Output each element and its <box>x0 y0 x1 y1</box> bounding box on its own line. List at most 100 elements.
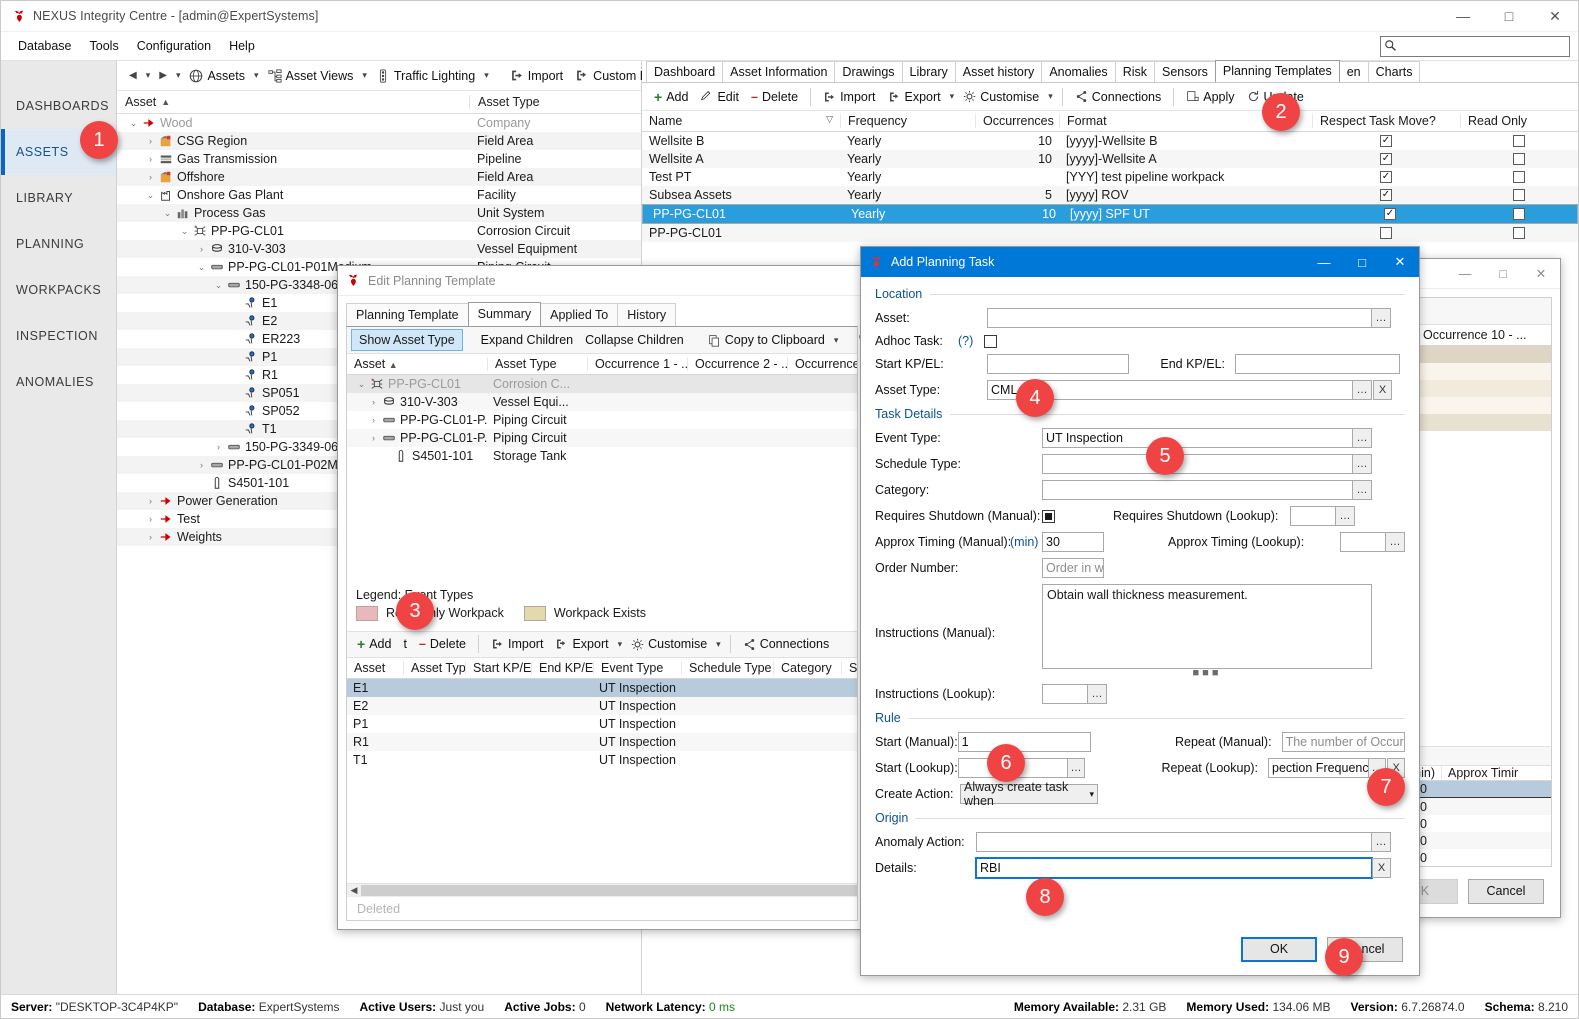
traffic-lighting-dropdown-icon[interactable]: ▾ <box>481 67 492 84</box>
etp-tab-summary[interactable]: Summary <box>468 302 541 326</box>
template-export-button[interactable]: Export <box>882 87 947 107</box>
expand-toggle-icon[interactable]: ⌄ <box>144 191 157 200</box>
repeat-manual-input[interactable]: The number of Occurence <box>1282 732 1405 752</box>
task-row[interactable]: R1UT Inspection <box>347 733 857 751</box>
expand-toggle-icon[interactable]: › <box>144 137 157 146</box>
expand-toggle-icon[interactable]: › <box>367 434 380 443</box>
menu-database[interactable]: Database <box>9 35 81 57</box>
copy-to-clipboard-button[interactable]: Copy to Clipboard <box>702 330 831 350</box>
checkbox[interactable] <box>1380 227 1392 239</box>
template-customise-button[interactable]: Customise <box>957 87 1045 107</box>
close-icon[interactable]: ✕ <box>1522 259 1560 289</box>
etp-tab-applied-to[interactable]: Applied To <box>540 303 618 326</box>
table-row[interactable]: Wellsite BYearly10[yyyy]-Wellsite B✓ <box>642 132 1578 150</box>
start-kpel-input[interactable] <box>987 354 1129 374</box>
close-icon[interactable]: ✕ <box>1532 1 1578 32</box>
task-grid-body[interactable]: E1UT InspectionE2UT InspectionP1UT Inspe… <box>347 679 857 769</box>
column-header-occurrence-10[interactable]: Occurrence 10 - ... <box>1416 328 1551 342</box>
task-export-dropdown-icon[interactable]: ▾ <box>615 636 626 653</box>
task-row[interactable]: P1UT Inspection <box>347 715 857 733</box>
tab-asset-information[interactable]: Asset Information <box>722 61 835 82</box>
task-delete-button[interactable]: –Delete <box>413 634 472 654</box>
search-input[interactable] <box>1397 39 1569 55</box>
checkbox[interactable] <box>1513 208 1525 220</box>
task-export-button[interactable]: Export <box>549 634 614 654</box>
schedule-type-input[interactable] <box>1042 454 1353 474</box>
approx-timing-manual-input[interactable]: 30 <box>1042 532 1104 552</box>
tab-charts[interactable]: Charts <box>1368 61 1421 82</box>
tab-dashboard[interactable]: Dashboard <box>646 61 723 82</box>
maximize-icon[interactable]: □ <box>1486 1 1532 32</box>
asset-browse-button[interactable]: … <box>1372 308 1391 328</box>
menu-help[interactable]: Help <box>220 35 264 57</box>
template-add-button[interactable]: +Add <box>648 86 694 108</box>
expand-children-button[interactable]: Expand Children <box>475 330 579 350</box>
import-button[interactable]: Import <box>504 66 569 86</box>
column-header-event-type[interactable]: Event Type <box>593 661 681 675</box>
scroll-thumb[interactable] <box>361 885 857 896</box>
column-header-approx-timing-lookup[interactable]: Approx Timir <box>1441 766 1551 780</box>
details-input[interactable]: RBI <box>976 858 1372 878</box>
table-row[interactable]: PP-PG-CL01Yearly10[yyyy] SPF UT✓ <box>642 204 1578 224</box>
column-header-occurrence-2[interactable]: Occurrence 2 - ... <box>687 357 787 371</box>
column-header-category[interactable]: Category <box>773 661 841 675</box>
nav-forward-button[interactable]: ▶ <box>153 67 173 84</box>
anomaly-action-input[interactable] <box>976 832 1372 852</box>
expand-toggle-icon[interactable]: › <box>195 461 208 470</box>
collapse-children-button[interactable]: Collapse Children <box>579 330 690 350</box>
template-edit-button[interactable]: Edit <box>694 87 745 107</box>
approx-timing-lookup-input[interactable] <box>1340 532 1386 552</box>
summary-row[interactable]: ›310-V-303Vessel Equi... <box>347 393 857 411</box>
task-connections-button[interactable]: Connections <box>737 634 836 654</box>
task-customise-dropdown-icon[interactable]: ▾ <box>713 636 724 653</box>
asset-type-clear-button[interactable]: X <box>1373 380 1392 400</box>
checkbox[interactable]: ✓ <box>1380 135 1392 147</box>
create-action-select[interactable]: Always create task when ▾ <box>960 784 1098 804</box>
summary-row[interactable]: ›PP-PG-CL01-P...Piping Circuit <box>347 411 857 429</box>
template-delete-button[interactable]: –Delete <box>745 87 804 107</box>
expand-toggle-icon[interactable]: ⌄ <box>195 263 208 272</box>
column-header-asset[interactable]: Asset ▲ <box>117 95 469 109</box>
checkbox[interactable] <box>1513 153 1525 165</box>
sidebar-item-inspection[interactable]: INSPECTION <box>1 313 116 359</box>
sidebar-item-planning[interactable]: PLANNING <box>1 221 116 267</box>
checkbox[interactable]: ✓ <box>1380 189 1392 201</box>
traffic-lighting-button[interactable]: Traffic Lighting <box>370 66 481 86</box>
summary-grid-body[interactable]: ⌄PP-PG-CL01Corrosion C...›310-V-303Vesse… <box>347 375 857 465</box>
minimize-icon[interactable]: — <box>1446 259 1484 289</box>
task-row[interactable]: E2UT Inspection <box>347 697 857 715</box>
expand-toggle-icon[interactable]: › <box>144 515 157 524</box>
end-kpel-input[interactable] <box>1235 354 1400 374</box>
table-row[interactable]: Test PTYearly[YYY] test pipeline workpac… <box>642 168 1578 186</box>
column-header-occurrence-3[interactable]: Occurrence 3 - ... <box>787 357 857 371</box>
event-type-browse-button[interactable]: … <box>1353 428 1372 448</box>
summary-row[interactable]: S4501-101Storage Tank <box>347 447 857 465</box>
scroll-left-icon[interactable]: ◀ <box>347 885 361 896</box>
template-customise-dropdown-icon[interactable]: ▾ <box>1045 88 1056 105</box>
checkbox[interactable] <box>1513 171 1525 183</box>
show-asset-type-toggle[interactable]: Show Asset Type <box>351 329 463 351</box>
sidebar-item-library[interactable]: LIBRARY <box>1 175 116 221</box>
template-connections-button[interactable]: Connections <box>1069 87 1168 107</box>
approx-timing-lookup-browse-button[interactable]: … <box>1386 532 1405 552</box>
templates-grid-body[interactable]: Wellsite BYearly10[yyyy]-Wellsite B✓Well… <box>642 132 1578 242</box>
assets-button[interactable]: Assets <box>183 66 251 86</box>
add-planning-task-dialog[interactable]: Add Planning Task — □ ✕ Location Asset: … <box>860 246 1420 976</box>
close-icon[interactable]: ✕ <box>1381 247 1419 277</box>
asset-tree-row[interactable]: ›OffshoreField Area <box>117 168 641 186</box>
requires-shutdown-lookup-input[interactable] <box>1290 506 1336 526</box>
checkbox[interactable] <box>1513 135 1525 147</box>
assets-dropdown-icon[interactable]: ▾ <box>251 67 262 84</box>
column-header-asset[interactable]: Asset ▲ <box>347 357 487 371</box>
task-edit-button[interactable]: t <box>397 634 412 654</box>
expand-toggle-icon[interactable]: ⌄ <box>127 119 140 128</box>
tab-planning-templates[interactable]: Planning Templates <box>1215 60 1340 82</box>
maximize-icon[interactable]: □ <box>1484 259 1522 289</box>
asset-tree-row[interactable]: ⌄WoodCompany <box>117 114 641 132</box>
expand-toggle-icon[interactable]: › <box>144 173 157 182</box>
task-row[interactable]: E1UT Inspection <box>347 679 857 697</box>
checkbox[interactable]: ✓ <box>1384 208 1396 220</box>
column-header-end-kpel[interactable]: End KP/EL <box>531 661 593 675</box>
order-number-input[interactable]: Order in wh <box>1042 558 1104 578</box>
maximize-icon[interactable]: □ <box>1343 247 1381 277</box>
